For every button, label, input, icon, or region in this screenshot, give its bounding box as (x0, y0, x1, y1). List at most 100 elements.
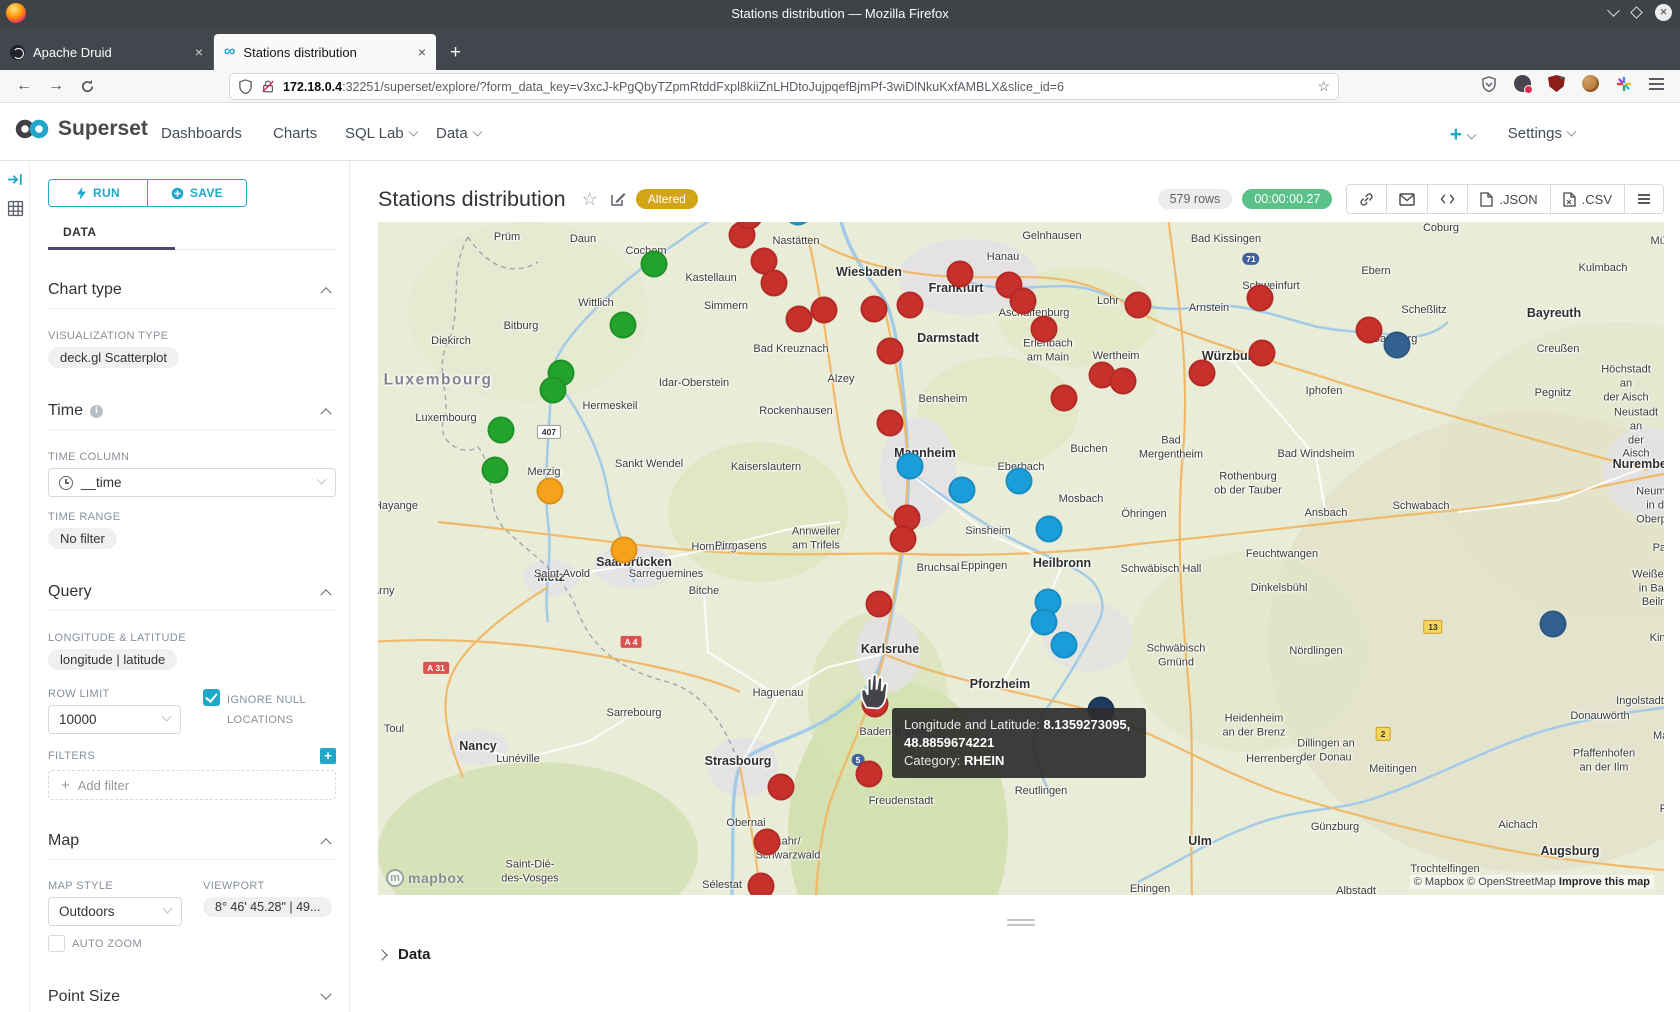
ublock-icon[interactable]: 2 (1548, 75, 1565, 92)
nav-data[interactable]: Data (436, 125, 481, 142)
new-chart-button[interactable]: + (1450, 123, 1475, 147)
tab-apache-druid[interactable]: Apache Druid × (0, 34, 214, 70)
add-filter-box[interactable]: + Add filter (48, 770, 336, 800)
color-pinwheel-icon[interactable] (1616, 76, 1632, 92)
scatter-point-green[interactable] (488, 417, 515, 444)
ignore-null-checkbox[interactable] (203, 689, 220, 706)
scatter-point-navy[interactable] (1540, 611, 1567, 638)
scatter-point-red[interactable] (754, 829, 781, 856)
tab-data[interactable]: DATA (63, 225, 97, 239)
edit-icon[interactable] (610, 191, 626, 207)
scatter-point-red[interactable] (811, 297, 838, 324)
collapse-panel-icon[interactable] (7, 171, 24, 188)
firefox-menu-icon[interactable] (1649, 75, 1666, 92)
row-limit-select[interactable]: 10000 (48, 705, 181, 734)
scatter-point-green[interactable] (482, 457, 509, 484)
scatter-point-red[interactable] (761, 270, 788, 297)
scatter-point-red[interactable] (1010, 288, 1037, 315)
scatter-point-cyan[interactable] (1036, 516, 1063, 543)
tab-close-icon[interactable]: × (418, 44, 426, 60)
section-map[interactable]: Map (48, 832, 336, 850)
scatter-point-red[interactable] (786, 306, 813, 333)
scatter-point-red[interactable] (1110, 368, 1137, 395)
reload-button[interactable] (80, 79, 95, 94)
scatter-point-red[interactable] (1189, 360, 1216, 387)
attr-osm[interactable]: © OpenStreetMap (1467, 876, 1559, 888)
export-json-button[interactable]: .JSON (1467, 185, 1549, 213)
mapbox-logo[interactable]: m mapbox (386, 869, 465, 887)
time-column-select[interactable]: __time (48, 468, 336, 497)
scatter-point-orange[interactable] (611, 537, 638, 564)
nav-dashboards[interactable]: Dashboards (161, 125, 242, 142)
lonlat-value[interactable]: longitude | latitude (48, 649, 177, 670)
scatter-point-red[interactable] (1356, 317, 1383, 344)
section-query[interactable]: Query (48, 583, 336, 601)
scatter-point-red[interactable] (1247, 285, 1274, 312)
insecure-lock-icon[interactable] (261, 79, 275, 94)
window-close-icon[interactable]: × (1655, 4, 1672, 21)
scatter-point-red[interactable] (768, 774, 795, 801)
window-maximize-icon[interactable] (1630, 6, 1643, 19)
superset-logo[interactable]: Superset (14, 117, 148, 141)
back-button[interactable]: ← (16, 77, 32, 95)
nav-charts[interactable]: Charts (273, 125, 317, 142)
scatter-point-red[interactable] (947, 261, 974, 288)
scatter-point-red[interactable] (748, 873, 775, 896)
deckgl-scatterplot-map[interactable]: LuxembourgFrankfurtWiesbadenDarmstadtWür… (378, 222, 1664, 895)
scatter-point-red[interactable] (1249, 340, 1276, 367)
chart-menu-button[interactable] (1624, 185, 1663, 213)
scatter-point-red[interactable] (1051, 385, 1078, 412)
section-time[interactable]: Timei (48, 402, 336, 420)
attr-improve-link[interactable]: Improve this map (1559, 876, 1650, 888)
nav-sql-lab[interactable]: SQL Lab (345, 125, 417, 142)
window-minimize-icon[interactable] (1607, 4, 1620, 17)
favorite-star-icon[interactable]: ☆ (582, 189, 598, 210)
tab-stations-distribution[interactable]: ∞ Stations distribution × (214, 34, 436, 70)
attr-mapbox[interactable]: © Mapbox (1414, 876, 1467, 888)
scatter-point-navy[interactable] (1384, 332, 1411, 359)
viewport-value[interactable]: 8° 46' 45.28" | 49... (203, 897, 332, 917)
export-csv-button[interactable]: .CSV (1550, 185, 1624, 213)
auto-zoom-checkbox[interactable] (48, 935, 65, 952)
section-chart-type[interactable]: Chart type (48, 281, 336, 299)
scatter-point-cyan[interactable] (949, 477, 976, 504)
scatter-point-cyan[interactable] (1031, 609, 1058, 636)
scatter-point-cyan[interactable] (897, 453, 924, 480)
scatter-point-orange[interactable] (537, 478, 564, 505)
forward-button[interactable]: → (48, 77, 64, 95)
add-filter-plus-button[interactable]: + (320, 748, 336, 764)
scatter-point-red[interactable] (1031, 316, 1058, 343)
dataset-grid-icon[interactable] (7, 200, 24, 217)
email-button[interactable] (1386, 185, 1427, 213)
scatter-point-green[interactable] (610, 312, 637, 339)
scatter-point-cyan[interactable] (1006, 468, 1033, 495)
shield-icon[interactable] (238, 79, 253, 94)
viz-type-value[interactable]: deck.gl Scatterplot (48, 347, 179, 368)
time-range-value[interactable]: No filter (48, 528, 117, 549)
scatter-point-red[interactable] (877, 338, 904, 365)
scatter-point-red[interactable] (856, 761, 883, 788)
bookmark-star-icon[interactable]: ☆ (1317, 78, 1330, 95)
scatter-point-green[interactable] (641, 251, 668, 278)
map-style-select[interactable]: Outdoors (48, 897, 182, 926)
tab-close-icon[interactable]: × (195, 44, 203, 60)
pane-resize-handle[interactable] (1007, 919, 1035, 929)
scatter-point-red[interactable] (861, 296, 888, 323)
container-mask-icon[interactable] (1514, 75, 1531, 92)
nav-settings[interactable]: Settings (1508, 125, 1575, 142)
scatter-point-red[interactable] (1125, 292, 1152, 319)
share-link-button[interactable] (1347, 185, 1386, 213)
new-tab-button[interactable]: + (450, 42, 461, 64)
cookie-extension-icon[interactable] (1582, 75, 1599, 92)
data-panel-header[interactable]: Data (378, 946, 431, 963)
scatter-point-red[interactable] (890, 526, 917, 553)
scatter-point-cyan[interactable] (1051, 632, 1078, 659)
scatter-point-red[interactable] (866, 591, 893, 618)
section-point-size[interactable]: Point Size (48, 988, 336, 1006)
embed-code-button[interactable] (1427, 185, 1467, 213)
altered-badge[interactable]: Altered (636, 189, 698, 209)
run-button[interactable]: RUN (49, 180, 147, 206)
scatter-point-red[interactable] (897, 292, 924, 319)
save-button[interactable]: SAVE (147, 180, 246, 206)
scatter-point-red[interactable] (877, 410, 904, 437)
